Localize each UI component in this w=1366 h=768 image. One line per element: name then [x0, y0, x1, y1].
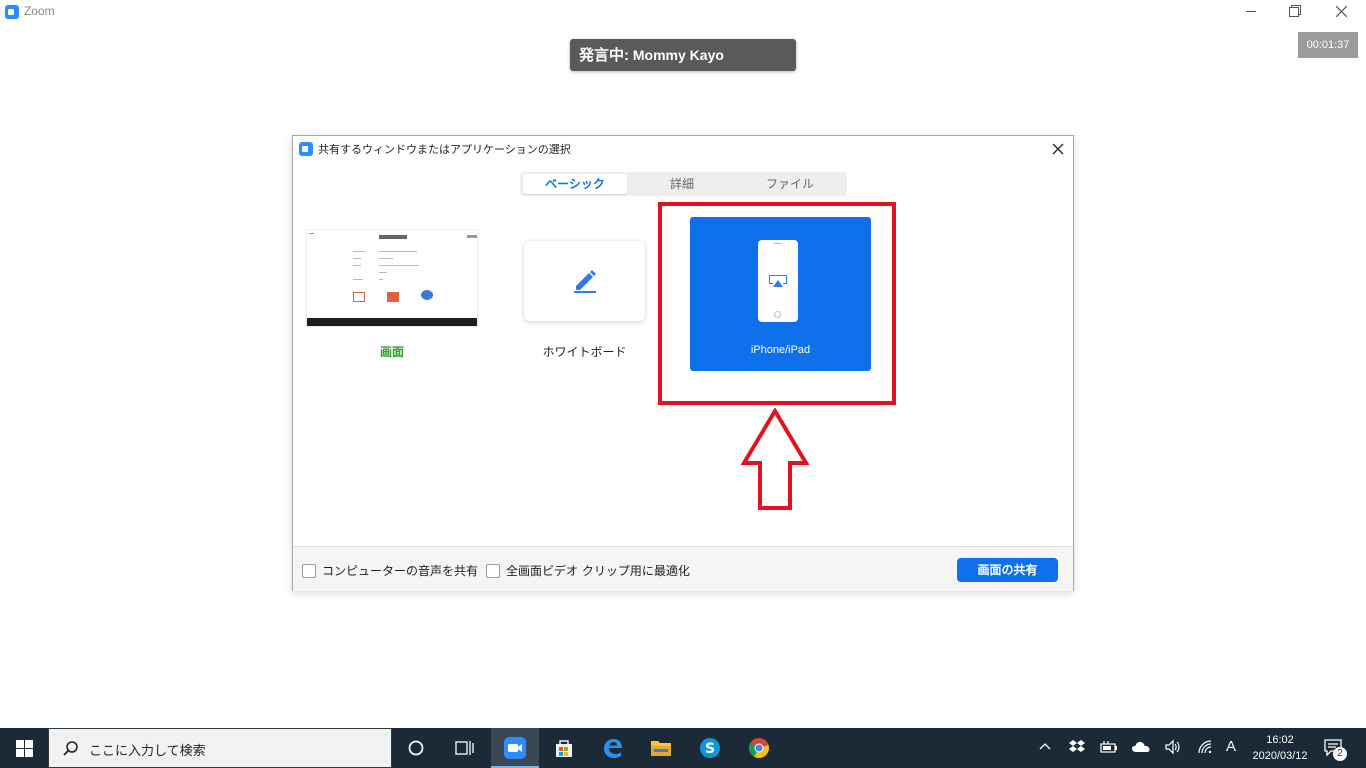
cortana-button[interactable]	[392, 728, 440, 768]
optimize-video-label[interactable]: 全画面ビデオ クリップ用に最適化	[506, 562, 690, 579]
thumb-element	[309, 233, 314, 234]
close-icon	[1336, 6, 1347, 17]
taskbar-skype[interactable]: S	[686, 728, 734, 768]
thumb-line	[379, 272, 387, 273]
svg-text:S: S	[705, 741, 715, 757]
zoom-app-icon	[504, 737, 526, 759]
taskbar-store[interactable]	[540, 728, 588, 768]
store-icon	[556, 740, 572, 757]
share-tabs: ベーシック 詳細 ファイル	[520, 172, 847, 196]
taskbar-search-box[interactable]: ここに入力して検索	[48, 728, 392, 768]
thumb-line	[353, 251, 365, 252]
tab-basic[interactable]: ベーシック	[523, 174, 627, 194]
window-title: Zoom	[24, 4, 55, 18]
taskbar-clock[interactable]: 16:02 2020/03/12	[1250, 732, 1310, 764]
active-speaker-banner: 発言中: Mommy Kayo	[570, 39, 796, 71]
dialog-close-button[interactable]	[1050, 141, 1066, 157]
red-up-arrow-icon	[741, 408, 809, 510]
thumb-line	[379, 258, 393, 259]
clock-time: 16:02	[1266, 734, 1294, 746]
taskbar-edge[interactable]	[589, 728, 637, 768]
battery-icon[interactable]	[1100, 739, 1118, 755]
meeting-timer: 00:01:37	[1298, 32, 1358, 58]
whiteboard-label: ホワイトボード	[542, 345, 627, 359]
share-audio-label[interactable]: コンピューターの音声を共有	[322, 562, 478, 579]
red-highlight-box	[658, 202, 896, 405]
zoom-window: Zoom 発言中: Mommy Kayo 00:01:37 共有するウィンドウま…	[0, 0, 1366, 768]
cortana-circle-icon	[408, 740, 424, 756]
share-screen-button[interactable]: 画面の共有	[957, 558, 1058, 582]
pencil-icon	[574, 270, 596, 293]
dropbox-icon[interactable]	[1068, 739, 1086, 755]
edge-browser-icon	[604, 739, 622, 758]
minimize-button[interactable]	[1228, 0, 1274, 24]
windows-logo-icon	[16, 740, 33, 757]
windows-taskbar: ここに入力して検索 S A 16:02 2020/03/12 2	[0, 728, 1366, 768]
chrome-browser-icon	[748, 738, 769, 759]
tab-files[interactable]: ファイル	[738, 174, 842, 194]
search-placeholder: ここに入力して検索	[89, 744, 206, 759]
close-icon	[1052, 143, 1064, 155]
thumb-line	[379, 279, 383, 280]
search-icon	[63, 741, 78, 756]
dialog-footer: コンピューターの音声を共有 全画面ビデオ クリップ用に最適化 画面の共有	[293, 546, 1073, 591]
thumb-line	[353, 265, 361, 266]
thumb-line	[379, 265, 419, 266]
folder-icon	[651, 741, 671, 756]
thumb-line	[353, 258, 361, 259]
speaker-name: Mommy Kayo	[632, 47, 724, 63]
zoom-logo-icon	[5, 5, 19, 19]
task-view-icon	[455, 741, 474, 755]
thumb-line	[353, 279, 363, 280]
maximize-button[interactable]	[1272, 0, 1318, 24]
start-button[interactable]	[0, 728, 48, 768]
thumb-line	[379, 251, 417, 252]
thumb-app-icon	[353, 292, 365, 302]
zoom-logo-icon	[299, 142, 313, 156]
volume-icon[interactable]	[1164, 739, 1182, 755]
title-bar: Zoom	[0, 0, 1366, 24]
clock-date: 2020/03/12	[1252, 750, 1308, 762]
taskbar-chrome[interactable]	[735, 728, 783, 768]
share-audio-checkbox[interactable]	[302, 564, 316, 578]
share-dialog: 共有するウィンドウまたはアプリケーションの選択 ベーシック 詳細 ファイル 画面…	[292, 135, 1074, 591]
taskbar-file-explorer[interactable]	[637, 728, 685, 768]
skype-icon: S	[700, 738, 720, 758]
screen-thumbnail[interactable]	[306, 229, 478, 327]
thumb-avatar-icon	[421, 290, 433, 300]
thumb-element	[467, 235, 477, 238]
wifi-icon[interactable]	[1197, 739, 1215, 755]
ime-indicator[interactable]: A	[1226, 738, 1236, 755]
onedrive-cloud-icon[interactable]	[1131, 739, 1151, 755]
screen-label: 画面	[379, 345, 404, 359]
speaker-prefix: 発言中:	[579, 47, 629, 64]
thumb-header	[379, 235, 407, 239]
close-window-button[interactable]	[1318, 0, 1364, 24]
notification-count-badge: 2	[1333, 747, 1347, 761]
optimize-video-checkbox[interactable]	[486, 564, 500, 578]
dialog-title: 共有するウィンドウまたはアプリケーションの選択	[318, 143, 571, 156]
taskbar-zoom[interactable]	[491, 728, 539, 768]
whiteboard-option[interactable]	[524, 241, 645, 321]
thumb-taskbar	[307, 318, 477, 326]
tab-advanced[interactable]: 詳細	[630, 174, 734, 194]
thumb-app-icon	[387, 292, 399, 302]
chevron-up-icon[interactable]	[1038, 739, 1052, 753]
task-view-button[interactable]	[440, 728, 488, 768]
